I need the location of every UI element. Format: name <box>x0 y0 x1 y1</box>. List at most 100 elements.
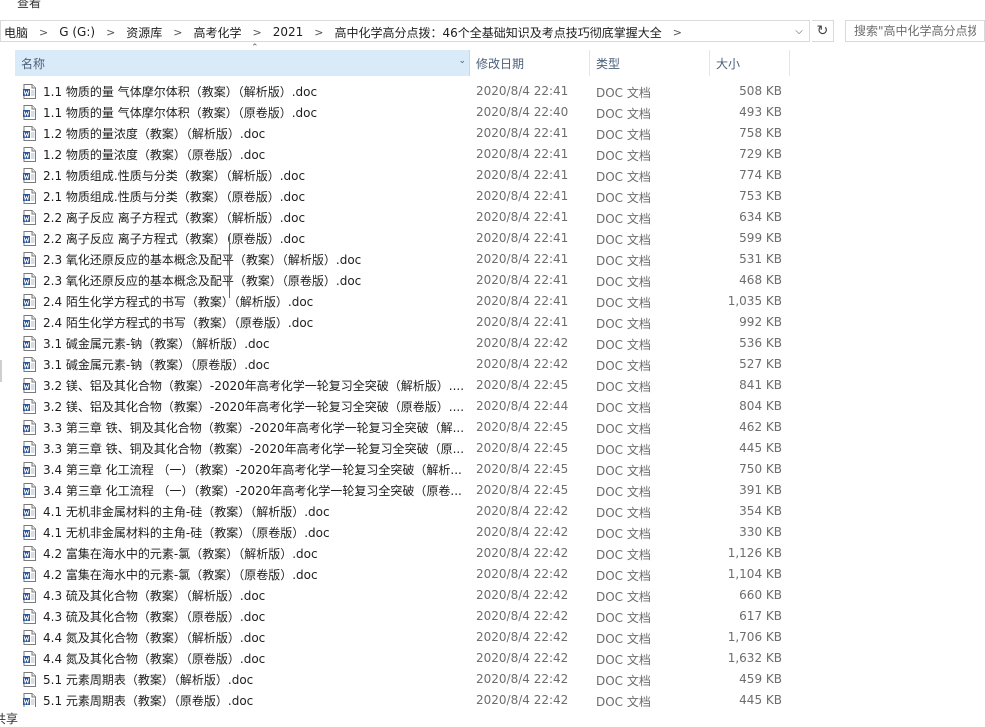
file-row[interactable]: 5.1 元素周期表（教案）（解析版）.doc 2020/8/4 22:42 DOC … <box>15 669 795 690</box>
nav-pane-edge <box>0 360 2 382</box>
file-row[interactable]: 3.4 第三章 化工流程 （一）（教案）-2020年高考化学一轮复习全突破（原卷… <box>15 480 795 501</box>
file-row[interactable]: 4.4 氮及其化合物（教案）（原卷版）.doc 2020/8/4 22:42 DOC… <box>15 648 795 669</box>
breadcrumb-separator-icon[interactable]: > <box>306 26 331 39</box>
file-row[interactable]: 2.2 离子反应 离子方程式（教案）（解析版）.doc 2020/8/4 22:4… <box>15 207 795 228</box>
file-row[interactable]: 2.1 物质组成.性质与分类（教案）（原卷版）.doc 2020/8/4 22:4… <box>15 186 795 207</box>
word-document-icon <box>23 546 36 561</box>
file-size: 804 KB <box>739 399 782 413</box>
file-row[interactable]: 1.2 物质的量浓度（教案）（原卷版）.doc 2020/8/4 22:41 DOC… <box>15 144 795 165</box>
breadcrumb-item[interactable]: G (G:) <box>56 25 98 39</box>
file-row[interactable]: 4.2 富集在海水中的元素-氯（教案）（原卷版）.doc 2020/8/4 22:… <box>15 564 795 585</box>
file-type: DOC 文档 <box>596 422 651 436</box>
file-type: DOC 文档 <box>596 275 651 289</box>
file-type: DOC 文档 <box>596 128 651 142</box>
column-header-type[interactable]: 类型 <box>590 50 710 76</box>
file-name: 1.1 物质的量 气体摩尔体积（教案）（解析版）.doc <box>43 85 318 99</box>
file-type: DOC 文档 <box>596 338 651 352</box>
file-row[interactable]: 3.4 第三章 化工流程 （一）（教案）-2020年高考化学一轮复习全突破（解析… <box>15 459 795 480</box>
file-row[interactable]: 3.1 碱金属元素-钠（教案）（解析版）.doc 2020/8/4 22:42 DO… <box>15 333 795 354</box>
chevron-down-icon[interactable]: ⌵ <box>791 23 807 39</box>
address-bar[interactable]: 电脑 > G (G:) > 资源库 > 高考化学 > 2021 > 高中化学高分… <box>0 20 810 42</box>
breadcrumb-separator-icon[interactable]: > <box>165 26 190 39</box>
file-modified-date: 2020/8/4 22:41 <box>476 147 569 161</box>
file-name: 2.1 物质组成.性质与分类（教案）（解析版）.doc <box>43 169 306 183</box>
file-name: 5.1 元素周期表（教案）（解析版）.doc <box>43 673 254 687</box>
file-name: 3.1 碱金属元素-钠（教案）（解析版）.doc <box>43 337 270 351</box>
breadcrumb-item[interactable]: 电脑 <box>1 24 31 41</box>
breadcrumb-separator-icon[interactable]: > <box>245 26 270 39</box>
file-name: 4.2 富集在海水中的元素-氯（教案）（原卷版）.doc <box>43 568 318 582</box>
file-modified-date: 2020/8/4 22:42 <box>476 672 569 686</box>
file-row[interactable]: 4.4 氮及其化合物（教案）（解析版）.doc 2020/8/4 22:42 DOC… <box>15 627 795 648</box>
file-row[interactable]: 4.1 无机非金属材料的主角-硅（教案）（原卷版）.doc 2020/8/4 22… <box>15 522 795 543</box>
file-row[interactable]: 1.1 物质的量 气体摩尔体积（教案）（解析版）.doc 2020/8/4 22:… <box>15 81 795 102</box>
file-name: 4.4 氮及其化合物（教案）（解析版）.doc <box>43 631 266 645</box>
column-header-name[interactable]: 名称 ⌃ ⌄ <box>15 43 470 76</box>
search-box[interactable] <box>845 20 985 42</box>
file-modified-date: 2020/8/4 22:42 <box>476 525 569 539</box>
breadcrumb-item[interactable]: 高考化学 <box>191 24 245 41</box>
column-header-row: 名称 ⌃ ⌄ 修改日期 类型 大小 <box>0 43 985 76</box>
word-document-icon <box>23 168 36 183</box>
file-row[interactable]: 5.1 元素周期表（教案）（原卷版）.doc 2020/8/4 22:42 DOC … <box>15 690 795 707</box>
file-row[interactable]: 2.3 氧化还原反应的基本概念及配平（教案）（原卷版）.doc 2020/8/4 … <box>15 270 795 291</box>
search-input[interactable] <box>846 21 984 41</box>
file-type: DOC 文档 <box>596 506 651 520</box>
word-document-icon <box>23 504 36 519</box>
file-row[interactable]: 4.3 硫及其化合物（教案）（原卷版）.doc 2020/8/4 22:42 DOC… <box>15 606 795 627</box>
file-type: DOC 文档 <box>596 590 651 604</box>
file-modified-date: 2020/8/4 22:41 <box>476 84 569 98</box>
file-row[interactable]: 3.2 镁、铝及其化合物（教案）-2020年高考化学一轮复习全突破（原卷版）..… <box>15 396 795 417</box>
file-row[interactable]: 2.4 陌生化学方程式的书写（教案）（原卷版）.doc 2020/8/4 22:4… <box>15 312 795 333</box>
file-row[interactable]: 2.1 物质组成.性质与分类（教案）（解析版）.doc 2020/8/4 22:4… <box>15 165 795 186</box>
file-modified-date: 2020/8/4 22:41 <box>476 252 569 266</box>
word-document-icon <box>23 441 36 456</box>
file-size: 599 KB <box>739 231 782 245</box>
file-name: 3.3 第三章 铁、铜及其化合物（教案）-2020年高考化学一轮复习全突破（原.… <box>43 442 465 456</box>
word-document-icon <box>23 189 36 204</box>
breadcrumb-separator-icon[interactable]: > <box>98 26 123 39</box>
column-header-size[interactable]: 大小 <box>710 50 790 76</box>
file-name: 3.4 第三章 化工流程 （一）（教案）-2020年高考化学一轮复习全突破（解析… <box>43 463 462 477</box>
column-header-size-label: 大小 <box>716 56 741 71</box>
file-row[interactable]: 4.2 富集在海水中的元素-氯（教案）（解析版）.doc 2020/8/4 22:… <box>15 543 795 564</box>
breadcrumb-item[interactable]: 资源库 <box>123 24 165 41</box>
file-type: DOC 文档 <box>596 254 651 268</box>
ribbon-tab-view[interactable]: 查看 <box>17 0 41 11</box>
file-modified-date: 2020/8/4 22:45 <box>476 462 569 476</box>
word-document-icon <box>23 336 36 351</box>
column-header-date[interactable]: 修改日期 <box>470 50 590 76</box>
file-modified-date: 2020/8/4 22:42 <box>476 357 569 371</box>
file-row[interactable]: 2.2 离子反应 离子方程式（教案）（原卷版）.doc 2020/8/4 22:4… <box>15 228 795 249</box>
file-modified-date: 2020/8/4 22:41 <box>476 168 569 182</box>
refresh-icon[interactable]: ↻ <box>812 20 834 42</box>
file-type: DOC 文档 <box>596 359 651 373</box>
breadcrumb-item-current[interactable]: 高中化学高分点拨：46个全基础知识及考点技巧彻底掌握大全 <box>332 24 665 41</box>
file-row[interactable]: 2.4 陌生化学方程式的书写（教案）（解析版）.doc 2020/8/4 22:4… <box>15 291 795 312</box>
file-row[interactable]: 3.3 第三章 铁、铜及其化合物（教案）-2020年高考化学一轮复习全突破（原.… <box>15 438 795 459</box>
chevron-down-icon[interactable]: ⌄ <box>458 56 466 66</box>
file-row[interactable]: 2.3 氧化还原反应的基本概念及配平（教案）（解析版）.doc 2020/8/4 … <box>15 249 795 270</box>
word-document-icon <box>23 105 36 120</box>
file-row[interactable]: 3.3 第三章 铁、铜及其化合物（教案）-2020年高考化学一轮复习全突破（解.… <box>15 417 795 438</box>
file-name: 4.1 无机非金属材料的主角-硅（教案）（原卷版）.doc <box>43 526 330 540</box>
file-row[interactable]: 3.2 镁、铝及其化合物（教案）-2020年高考化学一轮复习全突破（解析版）..… <box>15 375 795 396</box>
status-text: 共享 <box>0 712 19 726</box>
breadcrumb-separator-icon[interactable]: > <box>31 26 56 39</box>
file-modified-date: 2020/8/4 22:41 <box>476 210 569 224</box>
breadcrumb-item[interactable]: 2021 <box>270 25 307 39</box>
file-size: 391 KB <box>739 483 782 497</box>
file-row[interactable]: 4.3 硫及其化合物（教案）（解析版）.doc 2020/8/4 22:42 DOC… <box>15 585 795 606</box>
file-row[interactable]: 3.1 碱金属元素-钠（教案）（原卷版）.doc 2020/8/4 22:42 DO… <box>15 354 795 375</box>
file-modified-date: 2020/8/4 22:42 <box>476 336 569 350</box>
breadcrumb-separator-icon[interactable]: > <box>665 26 690 39</box>
file-modified-date: 2020/8/4 22:41 <box>476 189 569 203</box>
word-document-icon <box>23 315 36 330</box>
file-row[interactable]: 1.1 物质的量 气体摩尔体积（教案）（原卷版）.doc 2020/8/4 22:… <box>15 102 795 123</box>
file-size: 729 KB <box>739 147 782 161</box>
file-size: 459 KB <box>739 672 782 686</box>
file-row[interactable]: 1.2 物质的量浓度（教案）（解析版）.doc 2020/8/4 22:41 DOC… <box>15 123 795 144</box>
file-row[interactable]: 4.1 无机非金属材料的主角-硅（教案）（解析版）.doc 2020/8/4 22… <box>15 501 795 522</box>
text-cursor-icon <box>229 236 230 298</box>
file-modified-date: 2020/8/4 22:42 <box>476 630 569 644</box>
